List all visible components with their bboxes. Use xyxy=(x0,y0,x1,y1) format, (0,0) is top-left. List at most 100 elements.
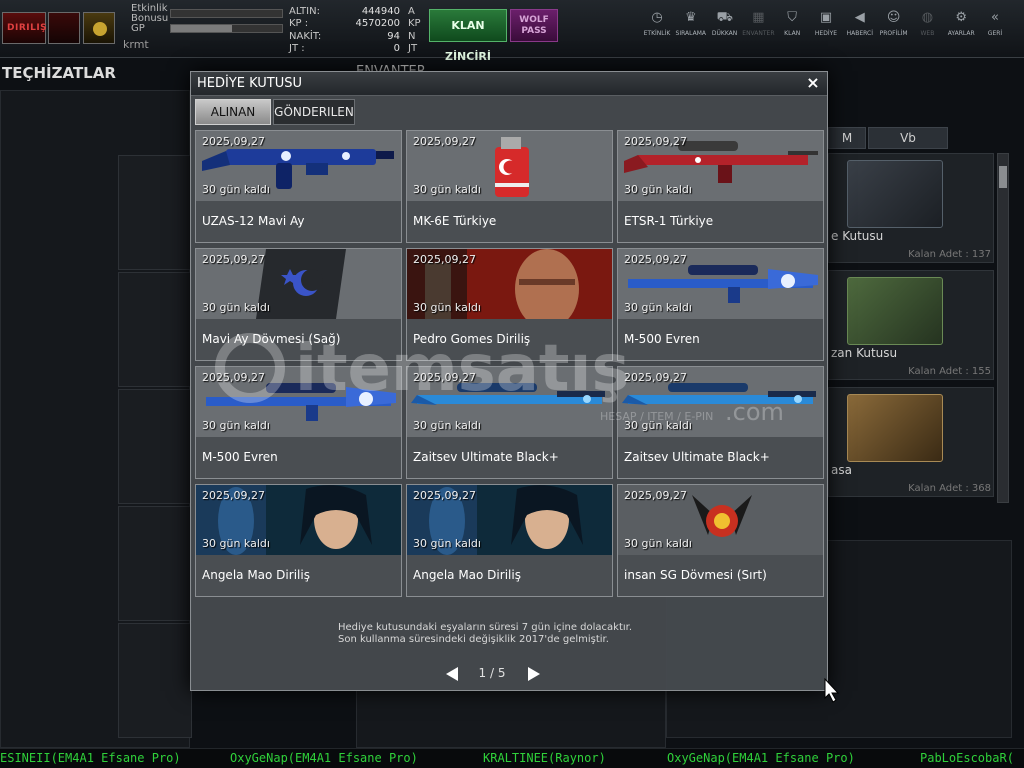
nav-label: KLAN xyxy=(784,30,801,37)
player-name: krmt xyxy=(123,38,149,51)
gift-card[interactable]: 2025,09,27 30 gün kaldı Angela Mao Diriliş xyxy=(195,484,402,597)
ticker-entry: OxyGeNap(EM4A1 Efsane Pro) xyxy=(667,751,855,765)
next-page-icon[interactable] xyxy=(527,666,541,682)
nav-item[interactable]: ⛟ DÜKKAN xyxy=(706,10,744,37)
gp-label: GP xyxy=(131,23,145,34)
gift-box-modal: HEDİYE KUTUSU × ALINAN GÖNDERILEN 2025,0… xyxy=(190,71,828,691)
gift-card[interactable]: 2025,09,27 30 gün kaldı UZAS-12 Mavi Ay xyxy=(195,130,402,243)
currency-value: 0 xyxy=(393,43,400,54)
gift-name: ETSR-1 Türkiye xyxy=(624,214,714,228)
crate-image xyxy=(847,394,943,462)
box-list-scrollbar[interactable] xyxy=(997,153,1009,503)
gift-days-left: 30 gün kaldı xyxy=(202,419,270,432)
gift-card-label: Angela Mao Diriliş xyxy=(196,555,401,596)
gift-days-left: 30 gün kaldı xyxy=(624,183,692,196)
gift-card[interactable]: 2025,09,27 30 gün kaldı Zaitsev Ultimate B… xyxy=(617,366,824,479)
nav-label: PROFİLİM xyxy=(879,30,908,37)
gift-days-left: 30 gün kaldı xyxy=(413,419,481,432)
tab-m[interactable]: M xyxy=(828,127,866,149)
cart-icon: ⛟ xyxy=(716,10,733,25)
equipment-slot[interactable] xyxy=(118,506,192,621)
tab-sent[interactable]: GÖNDERILEN xyxy=(273,99,355,125)
clan-chain-button[interactable]: KLAN ZİNCİRİ xyxy=(429,9,507,63)
nav-item[interactable]: ♛ SIRALAMA xyxy=(672,10,710,37)
gift-card[interactable]: 2025,09,27 30 gün kaldı M-500 Evren xyxy=(617,248,824,361)
wolf-pass-button[interactable]: WOLF PASS xyxy=(510,9,558,42)
currency-unit: KP xyxy=(408,18,421,29)
nav-item[interactable]: ▣ HEDİYE xyxy=(807,10,845,37)
nav-item[interactable]: ◷ ETKİNLİK xyxy=(638,10,676,37)
gift-icon: ▣ xyxy=(819,10,833,25)
currency-unit: A xyxy=(408,6,415,17)
gift-card[interactable]: 2025,09,27 30 gün kaldı ETSR-1 Türkiye xyxy=(617,130,824,243)
expiry-note: Hediye kutusundaki eşyaların süresi 7 gü… xyxy=(338,622,632,646)
gift-days-left: 30 gün kaldı xyxy=(202,183,270,196)
nav-item[interactable]: ☺ PROFİLİM xyxy=(875,10,913,37)
gift-card-label: M-500 Evren xyxy=(618,319,823,360)
equipment-slot[interactable] xyxy=(118,389,192,504)
game-logo: DIRILIŞ xyxy=(2,12,47,44)
prev-page-icon[interactable] xyxy=(445,666,459,682)
gift-name: Angela Mao Diriliş xyxy=(413,568,521,582)
crate-image xyxy=(847,277,943,345)
tab-received[interactable]: ALINAN xyxy=(195,99,271,125)
nav-label: ENVANTER xyxy=(742,30,775,37)
inventory-icon: ▦ xyxy=(752,10,765,25)
gift-date: 2025,09,27 xyxy=(202,489,265,502)
gift-card[interactable]: 2025,09,27 30 gün kaldı Pedro Gomes Dirili… xyxy=(406,248,613,361)
gift-name: Zaitsev Ultimate Black+ xyxy=(413,450,559,464)
gift-date: 2025,09,27 xyxy=(202,253,265,266)
equipment-slot[interactable] xyxy=(118,272,192,387)
nav-label: HEDİYE xyxy=(814,30,838,37)
gift-name: Angela Mao Diriliş xyxy=(202,568,310,582)
currency-label: JT : xyxy=(289,43,305,54)
gift-card-label: Zaitsev Ultimate Black+ xyxy=(618,437,823,478)
gift-card-label: ETSR-1 Türkiye xyxy=(618,201,823,242)
gift-card[interactable]: 2025,09,27 30 gün kaldı Zaitsev Ultimate B… xyxy=(406,366,613,479)
nav-item[interactable]: ⛉ KLAN xyxy=(773,10,811,37)
close-button[interactable]: × xyxy=(805,74,821,92)
equipment-slot[interactable] xyxy=(118,623,192,738)
gift-date: 2025,09,27 xyxy=(413,135,476,148)
gift-card[interactable]: 2025,09,27 30 gün kaldı M-500 Evren xyxy=(195,366,402,479)
box-item[interactable]: asa Kalan Adet : 368 xyxy=(828,387,994,497)
nav-label: DÜKKAN xyxy=(711,30,738,37)
nav-label: WEB xyxy=(920,30,935,37)
gift-name: Pedro Gomes Diriliş xyxy=(413,332,531,346)
clan-emblem[interactable] xyxy=(48,12,80,44)
crate-image xyxy=(847,160,943,228)
box-count: Kalan Adet : 155 xyxy=(908,366,991,377)
nav-item[interactable]: « GERİ xyxy=(976,10,1014,37)
modal-header: HEDİYE KUTUSU × xyxy=(191,72,827,96)
gift-card[interactable]: 2025,09,27 30 gün kaldı insan SG Dövmesi (… xyxy=(617,484,824,597)
nav-item[interactable]: ⚙ AYARLAR xyxy=(942,10,980,37)
nav-item[interactable]: ◀ HABERCİ xyxy=(841,10,879,37)
box-name: zan Kutusu xyxy=(831,346,898,360)
equipment-slot[interactable] xyxy=(118,155,192,270)
currency-unit: JT xyxy=(408,43,418,54)
inventory-panel xyxy=(356,690,666,748)
nav-item[interactable]: ◍ WEB xyxy=(908,10,946,37)
equipment-title: TEÇHİZATLAR xyxy=(2,64,116,82)
tab-vb[interactable]: Vb xyxy=(868,127,948,149)
nav-item[interactable]: ▦ ENVANTER xyxy=(739,10,777,37)
gift-name: Mavi Ay Dövmesi (Sağ) xyxy=(202,332,341,346)
gift-card[interactable]: 2025,09,27 30 gün kaldı Mavi Ay Dövmesi (S… xyxy=(195,248,402,361)
ticker-entry: PabLoEscobaR( xyxy=(920,751,1014,765)
gift-card-label: M-500 Evren xyxy=(196,437,401,478)
scrollbar-thumb[interactable] xyxy=(999,166,1007,188)
gift-card[interactable]: 2025,09,27 30 gün kaldı Angela Mao Diriliş xyxy=(406,484,613,597)
gift-name: M-500 Evren xyxy=(624,332,700,346)
expiry-note-line: Son kullanma süresindeki değişiklik 2017… xyxy=(338,634,609,645)
gift-days-left: 30 gün kaldı xyxy=(413,537,481,550)
box-item[interactable]: e Kutusu Kalan Adet : 137 xyxy=(828,153,994,263)
modal-title: HEDİYE KUTUSU xyxy=(197,76,303,91)
gift-days-left: 30 gün kaldı xyxy=(413,301,481,314)
gift-days-left: 30 gün kaldı xyxy=(202,537,270,550)
gift-card-label: Angela Mao Diriliş xyxy=(407,555,612,596)
gift-card-label: insan SG Dövmesi (Sırt) xyxy=(618,555,823,596)
box-item[interactable]: zan Kutusu Kalan Adet : 155 xyxy=(828,270,994,380)
ranking-icon: ♛ xyxy=(684,10,697,25)
gift-card[interactable]: 2025,09,27 30 gün kaldı MK-6E Türkiye xyxy=(406,130,613,243)
mouse-cursor-icon xyxy=(824,678,840,703)
